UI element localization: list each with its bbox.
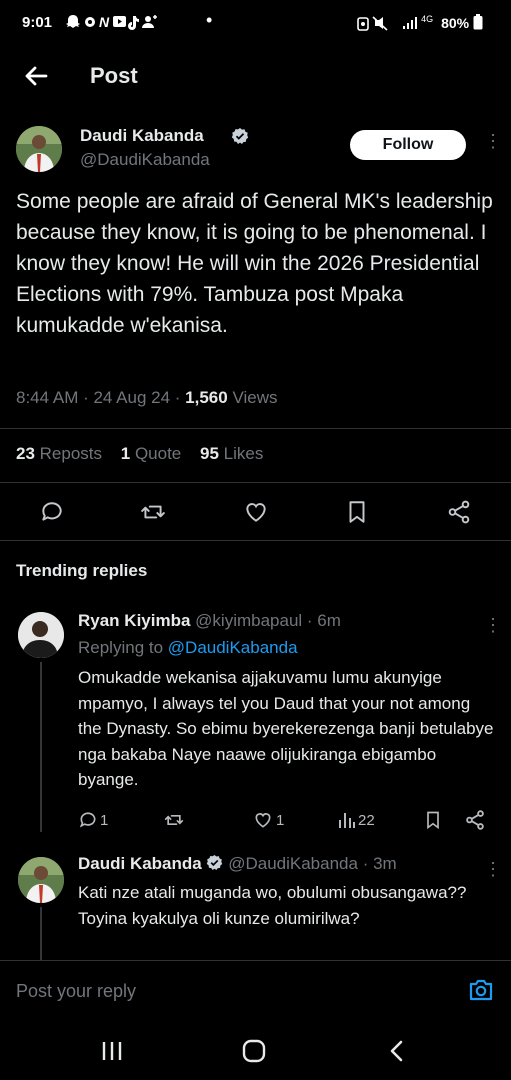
notification-icons: N <box>66 13 166 34</box>
follow-button[interactable]: Follow <box>350 130 466 160</box>
quotes-label[interactable]: Quote <box>130 444 181 463</box>
reposts-count[interactable]: 23 <box>16 444 35 463</box>
reply-author-handle[interactable]: @DaudiKabanda <box>228 854 358 873</box>
tweet-meta: 8:44 AM · 24 Aug 24 · 1,560 Views <box>16 388 277 408</box>
reply-header: Daudi Kabanda @DaudiKabanda · 3m <box>78 854 397 874</box>
replying-to-handle[interactable]: @DaudiKabanda <box>168 638 298 657</box>
reply-author-name[interactable]: Daudi Kabanda <box>78 854 202 873</box>
reply-time: · 6m <box>302 611 341 630</box>
network-type: 4G <box>421 14 434 24</box>
reply-action-bar: 1 1 22 <box>0 806 511 836</box>
reply-header: Ryan Kiyimba @kiyimbapaul · 6m <box>78 611 341 631</box>
home-icon[interactable] <box>242 1039 266 1063</box>
like-icon[interactable] <box>243 499 269 525</box>
divider <box>0 482 511 483</box>
views-label: Views <box>227 388 278 407</box>
reply-more-icon[interactable]: ⋮ <box>484 860 502 878</box>
reply-icon[interactable] <box>78 810 98 830</box>
repost-icon[interactable] <box>140 499 166 525</box>
divider <box>0 540 511 541</box>
system-icons: 4G 80% <box>357 14 483 31</box>
views-chart-icon[interactable] <box>338 810 356 830</box>
reply-author-handle[interactable]: @kiyimbapaul <box>195 611 302 630</box>
reply-avatar-image <box>18 857 64 903</box>
thread-line <box>40 907 42 960</box>
system-navigation-bar <box>0 1020 511 1080</box>
quotes-count[interactable]: 1 <box>121 444 130 463</box>
likes-count[interactable]: 95 <box>200 444 219 463</box>
recent-apps-icon[interactable] <box>100 1040 124 1062</box>
reply-count: 1 <box>100 812 109 829</box>
views-count: 1,560 <box>185 388 228 407</box>
author-avatar-image <box>16 126 62 172</box>
replying-to: Replying to @DaudiKabanda <box>78 638 298 658</box>
bookmark-icon[interactable] <box>423 809 443 831</box>
battery-icon <box>473 14 483 30</box>
trending-replies-heading: Trending replies <box>16 561 148 580</box>
divider <box>0 428 511 429</box>
status-time: 9:01 <box>22 14 53 31</box>
likes-label[interactable]: Likes <box>219 444 264 463</box>
verified-badge-icon <box>207 854 223 871</box>
reply-composer: Post your reply <box>0 960 511 1021</box>
reposts-label[interactable]: Reposts <box>35 444 102 463</box>
author-handle[interactable]: @DaudiKabanda <box>80 150 210 170</box>
share-icon[interactable] <box>464 809 486 831</box>
tweet-timestamp[interactable]: 8:44 AM · 24 Aug 24 · <box>16 388 185 407</box>
svg-text:N: N <box>99 14 113 30</box>
share-icon[interactable] <box>446 499 472 525</box>
dot-icon: • <box>206 10 213 30</box>
like-count: 1 <box>276 812 285 829</box>
repost-icon[interactable] <box>163 810 185 830</box>
author-name[interactable]: Daudi Kabanda <box>80 126 204 146</box>
top-app-bar: Post <box>0 48 511 104</box>
verified-badge-icon <box>231 128 249 144</box>
reply-more-icon[interactable]: ⋮ <box>484 616 502 634</box>
views-count: 22 <box>358 812 375 829</box>
mute-network-icons <box>357 16 418 31</box>
author-avatar[interactable] <box>16 126 62 172</box>
reply-icon[interactable] <box>39 499 65 525</box>
replying-to-prefix: Replying to <box>78 638 168 657</box>
camera-icon[interactable] <box>468 978 494 1002</box>
page-title: Post <box>90 63 138 88</box>
more-options-icon[interactable]: ⋮ <box>484 132 502 150</box>
reply-avatar[interactable] <box>18 857 64 903</box>
notification-icons-svg: N <box>66 14 157 30</box>
reply-author-name[interactable]: Ryan Kiyimba <box>78 611 190 630</box>
tweet-text: Some people are afraid of General MK's l… <box>16 190 493 337</box>
system-back-icon[interactable] <box>388 1039 406 1063</box>
back-arrow-icon[interactable] <box>20 60 52 92</box>
reply-text: Kati nze atali muganda wo, obulumi obusa… <box>78 883 467 928</box>
bookmark-icon[interactable] <box>344 499 370 525</box>
reply-avatar-image <box>18 612 64 658</box>
reply-time: · 3m <box>357 854 397 873</box>
reply-avatar[interactable] <box>18 612 64 658</box>
like-icon[interactable] <box>253 810 273 830</box>
engagement-stats: 23 Reposts 1 Quote 95 Likes <box>16 444 263 464</box>
battery-level: 80% <box>441 15 470 31</box>
reply-input[interactable]: Post your reply <box>16 981 136 1002</box>
status-bar: 9:01 N • 4G 80% <box>0 0 511 44</box>
reply-text: Omukadde wekanisa ajjakuvamu lumu akunyi… <box>78 668 494 789</box>
